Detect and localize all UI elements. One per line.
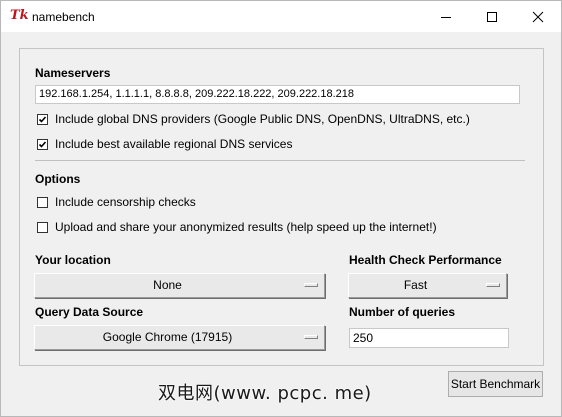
include-regional-dns-option[interactable]: Include best available regional DNS serv… [37,136,292,152]
query-source-value: Google Chrome (17915) [102,330,233,344]
upload-results-label: Upload and share your anonymized results… [55,219,437,234]
censorship-checks-label: Include censorship checks [55,194,196,209]
tk-feather-icon: Tk [10,8,29,23]
health-check-label: Health Check Performance [349,253,502,267]
dropdown-indicator-icon [304,283,318,287]
app-window: Tk namebench Nameservers 192.168.1.254, … [0,0,562,417]
dropdown-indicator-icon [304,335,318,339]
close-button[interactable] [515,1,561,32]
watermark-text: 双电网(www. pcpc. me) [158,383,372,404]
number-of-queries-label: Number of queries [349,305,456,319]
upload-results-option[interactable]: Upload and share your anonymized results… [37,219,437,235]
query-source-label: Query Data Source [35,305,144,319]
checkmark-icon [38,140,47,148]
location-dropdown[interactable]: None [34,273,325,298]
censorship-checks-checkbox[interactable] [37,196,48,208]
censorship-checks-option[interactable]: Include censorship checks [37,194,196,210]
section-divider [35,160,525,161]
include-global-dns-label: Include global DNS providers (Google Pub… [55,111,470,126]
window-title: namebench [32,10,95,24]
dropdown-indicator-icon [486,283,500,287]
health-check-value: Fast [403,278,428,292]
title-bar[interactable]: Tk namebench [1,1,561,32]
upload-results-checkbox[interactable] [37,221,48,233]
number-of-queries-input[interactable]: 250 [349,328,509,348]
include-global-dns-checkbox[interactable] [37,113,48,125]
include-regional-dns-label: Include best available regional DNS serv… [55,136,293,151]
nameservers-input[interactable]: 192.168.1.254, 1.1.1.1, 8.8.8.8, 209.222… [35,85,520,104]
query-source-dropdown[interactable]: Google Chrome (17915) [34,325,325,350]
checkmark-icon [38,115,47,123]
minimize-button[interactable] [423,1,469,32]
options-heading: Options [35,172,81,186]
include-global-dns-option[interactable]: Include global DNS providers (Google Pub… [37,111,470,127]
location-value: None [153,278,182,292]
health-check-dropdown[interactable]: Fast [348,273,507,298]
nameservers-heading: Nameservers [35,66,111,80]
minimize-icon [441,17,451,18]
close-icon [532,11,544,23]
include-regional-dns-checkbox[interactable] [37,138,48,150]
location-label: Your location [35,253,111,267]
start-benchmark-button[interactable]: Start Benchmark [448,371,543,397]
maximize-icon [487,12,497,22]
maximize-button[interactable] [469,1,515,32]
